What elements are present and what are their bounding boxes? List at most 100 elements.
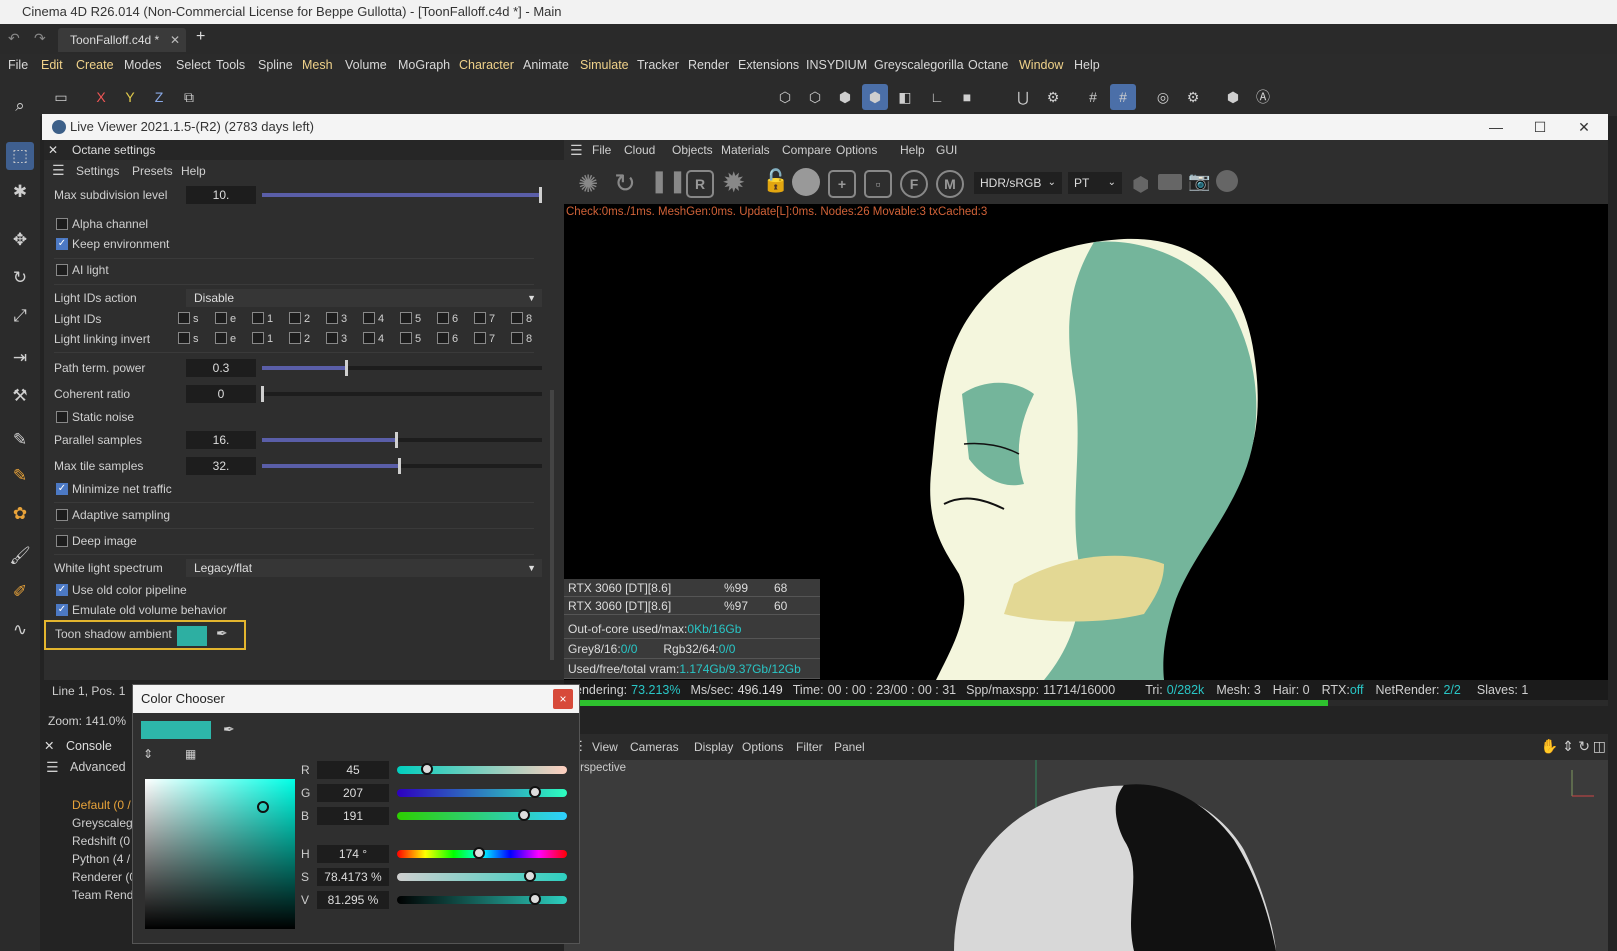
static-noise-row[interactable]: Static noise (54, 406, 534, 428)
transfer-tool-icon[interactable]: ⇥ (6, 344, 34, 372)
orbit-icon[interactable]: ↻ (1578, 738, 1590, 755)
max-tile-samples-input[interactable]: 32. (186, 457, 256, 475)
light-id-option[interactable]: 4 (363, 328, 384, 350)
perspective-viewport[interactable]: Perspective (564, 760, 1608, 951)
console-item[interactable]: Python (4 / (72, 852, 132, 866)
material-pick-button[interactable]: M (936, 170, 964, 198)
channel-value-input[interactable]: 81.295 % (317, 891, 389, 909)
slider-knob[interactable] (345, 360, 348, 376)
magnet-icon[interactable]: ⋃ (1010, 84, 1036, 110)
console-item[interactable]: Redshift (0 , (72, 834, 132, 848)
menu-select[interactable]: Select (176, 58, 211, 72)
axis-z-button[interactable]: Z (146, 84, 172, 110)
menu-tools[interactable]: Tools (216, 58, 245, 72)
tweak-tool-icon[interactable]: ✱ (6, 178, 34, 206)
menu-simulate[interactable]: Simulate (580, 58, 629, 72)
menu-render[interactable]: Render (688, 58, 729, 72)
light-id-option[interactable]: 3 (326, 308, 347, 330)
menu-animate[interactable]: Animate (523, 58, 569, 72)
polygons-mode-icon[interactable]: ⬢ (832, 84, 858, 110)
lock-icon[interactable]: 🔓 (762, 168, 789, 194)
light-id-option[interactable]: 2 (289, 308, 310, 330)
menu-modes[interactable]: Modes (124, 58, 162, 72)
pan-icon[interactable]: ✋ (1541, 738, 1558, 755)
settings-gear-icon[interactable]: ✹ (722, 166, 745, 199)
menu-help[interactable]: Help (1074, 58, 1100, 72)
light-ids-action-dropdown[interactable]: Disable ▼ (186, 289, 542, 307)
film-icon[interactable] (1158, 174, 1182, 190)
move-tool-icon[interactable]: ✥ (6, 226, 34, 254)
axis-x-button[interactable]: X (88, 84, 114, 110)
light-id-checkbox[interactable] (400, 312, 412, 324)
light-id-checkbox[interactable] (400, 332, 412, 344)
max-subdivision-input[interactable]: 10. (186, 186, 256, 204)
light-id-option[interactable]: 8 (511, 308, 532, 330)
lv-menu-file[interactable]: File (592, 143, 611, 157)
adaptive-sampling-row[interactable]: Adaptive sampling (54, 504, 534, 526)
ai-light-row[interactable]: AI light (54, 259, 534, 281)
light-id-option[interactable]: 7 (474, 308, 495, 330)
uv-mode-icon[interactable]: ◧ (892, 84, 918, 110)
light-id-checkbox[interactable] (252, 312, 264, 324)
edges-mode-icon[interactable]: ⬡ (802, 84, 828, 110)
alpha-channel-row[interactable]: Alpha channel (54, 213, 534, 235)
adaptive-sampling-checkbox[interactable] (56, 509, 68, 521)
toon-shadow-color-swatch[interactable] (177, 626, 207, 646)
light-id-option[interactable]: 5 (400, 308, 421, 330)
model-mode-icon[interactable]: ⬢ (862, 84, 888, 110)
octane-icon[interactable]: ⬢ (1220, 84, 1246, 110)
channel-slider-knob[interactable] (473, 847, 486, 859)
channel-value-input[interactable]: 78.4173 % (317, 868, 389, 886)
saturation-value-picker[interactable] (145, 779, 295, 929)
maximize-view-icon[interactable]: ◫ (1593, 738, 1606, 755)
close-tab-icon[interactable]: ✕ (170, 28, 180, 52)
channel-slider-knob[interactable] (518, 809, 531, 821)
channel-slider-knob[interactable] (420, 763, 433, 775)
light-id-option[interactable]: s (178, 328, 199, 350)
light-id-checkbox[interactable] (511, 332, 523, 344)
channel-slider[interactable] (397, 893, 567, 905)
lv-menu-gui[interactable]: GUI (936, 143, 957, 157)
sculpt-icon[interactable]: ∿ (6, 616, 34, 644)
mode-toggle-icon[interactable]: ⇕ (143, 747, 153, 761)
viewport-menu-display[interactable]: Display (694, 740, 733, 754)
channel-slider[interactable] (397, 809, 567, 821)
minimize-net-row[interactable]: ✓ Minimize net traffic (54, 478, 534, 500)
menu-help[interactable]: Help (181, 164, 206, 178)
slider-knob[interactable] (261, 386, 264, 402)
minimize-net-checkbox[interactable]: ✓ (56, 483, 68, 495)
new-tab-icon[interactable]: + (196, 28, 205, 46)
keep-environment-row[interactable]: ✓ Keep environment (54, 233, 534, 255)
viewport-menu-cameras[interactable]: Cameras (630, 740, 679, 754)
old-volume-checkbox[interactable]: ✓ (56, 604, 68, 616)
lv-menu-objects[interactable]: Objects (672, 143, 713, 157)
channel-slider-knob[interactable] (529, 786, 542, 798)
lv-menu-options[interactable]: Options (836, 143, 877, 157)
light-id-option[interactable]: 6 (437, 308, 458, 330)
spline-tool-icon[interactable]: ✎ (6, 462, 34, 490)
light-id-option[interactable]: 2 (289, 328, 310, 350)
channel-value-input[interactable]: 45 (317, 761, 389, 779)
hexagon-icon[interactable]: ⬢ (1132, 172, 1149, 197)
hamburger-icon[interactable]: ☰ (46, 756, 59, 778)
light-id-checkbox[interactable] (178, 332, 190, 344)
channel-slider-knob[interactable] (524, 870, 537, 882)
move-camera-icon[interactable]: ⇕ (1562, 738, 1574, 755)
menu-spline[interactable]: Spline (258, 58, 293, 72)
alpha-channel-checkbox[interactable] (56, 218, 68, 230)
slider-knob[interactable] (539, 187, 542, 203)
ai-light-checkbox[interactable] (56, 264, 68, 276)
rotate-tool-icon[interactable]: ↻ (6, 264, 34, 292)
sketch-icon[interactable]: ✐ (6, 578, 34, 606)
menu-mograph[interactable]: MoGraph (398, 58, 450, 72)
swatches-icon[interactable]: ▦ (185, 747, 196, 761)
light-id-checkbox[interactable] (363, 312, 375, 324)
render-region-icon[interactable]: ◎ (1150, 84, 1176, 110)
modeling-tool-icon[interactable]: ⚒ (6, 382, 34, 410)
viewport-menu-filter[interactable]: Filter (796, 740, 823, 754)
coherent-ratio-input[interactable]: 0 (186, 385, 256, 403)
generator-icon[interactable]: ✿ (6, 500, 34, 528)
slider-knob[interactable] (395, 432, 399, 448)
light-id-checkbox[interactable] (437, 332, 449, 344)
material-ball-icon[interactable] (792, 168, 820, 196)
